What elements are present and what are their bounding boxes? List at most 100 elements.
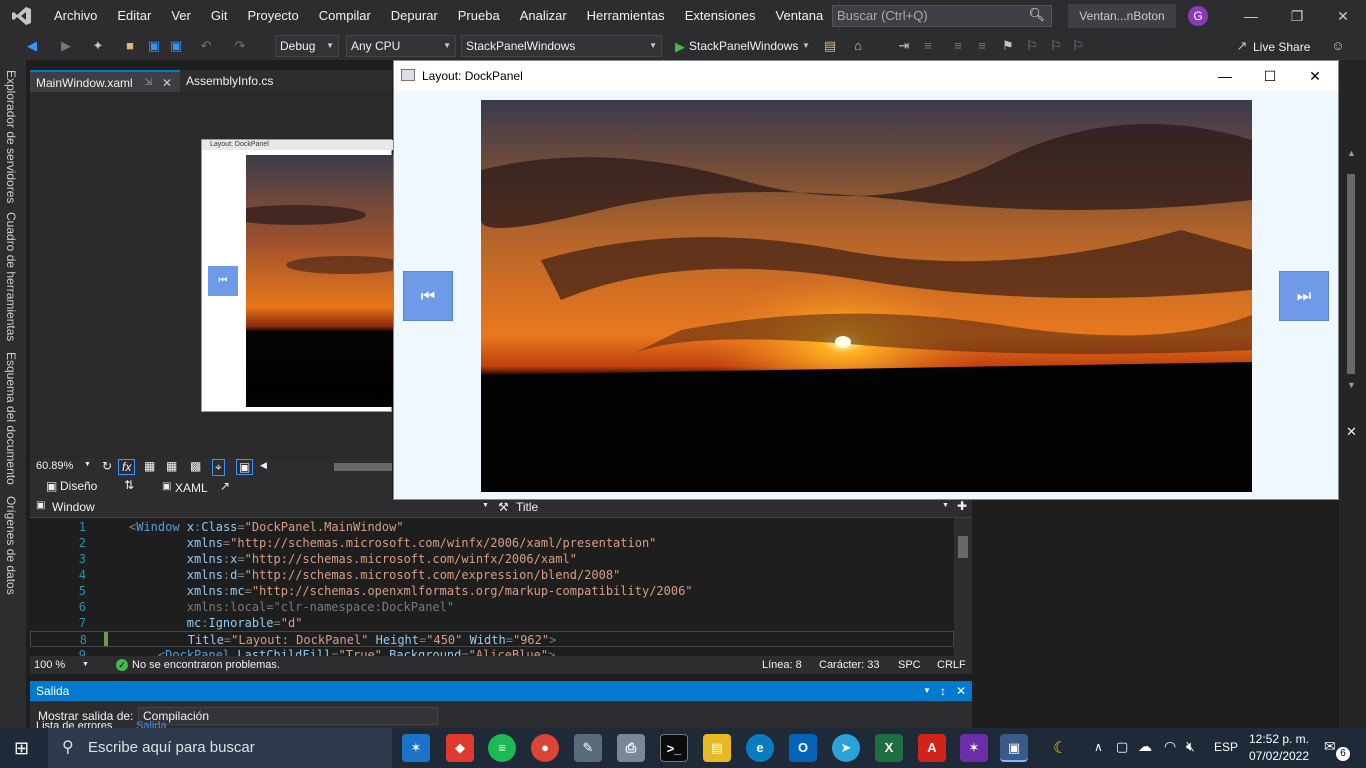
paint-icon[interactable]: ✎ [574, 734, 602, 762]
chevron-down-icon[interactable]: ▼ [84, 461, 91, 468]
close-icon[interactable]: ✕ [1346, 424, 1357, 440]
startup-project-combo[interactable]: StackPanelWindows ▼ [461, 35, 662, 57]
menu-item-extensiones[interactable]: Extensiones [675, 0, 766, 32]
run-dropdown-icon[interactable]: ▼ [798, 38, 814, 54]
scroll-up-icon[interactable]: ▲ [1347, 148, 1356, 158]
windows-start-icon[interactable]: ⊞ [14, 739, 29, 757]
run-label[interactable]: StackPanelWindows [689, 39, 798, 53]
menu-item-prueba[interactable]: Prueba [448, 0, 510, 32]
save-all-icon[interactable]: ▣ [168, 38, 184, 54]
file-explorer-icon[interactable]: ▤ [703, 734, 731, 762]
bookmark-icon[interactable]: ⚑ [1000, 38, 1016, 54]
right-scrollbar[interactable] [1347, 174, 1355, 374]
volume-muted-icon[interactable]: 🔇︎ [1186, 738, 1195, 755]
editor-zoom[interactable]: 100 % [34, 656, 65, 674]
visual-studio-logo-icon[interactable] [0, 0, 44, 32]
menu-item-analizar[interactable]: Analizar [510, 0, 577, 32]
close-icon[interactable]: ✕ [162, 72, 172, 94]
horizontal-scrollbar[interactable] [334, 463, 392, 471]
acrobat-icon[interactable]: A [918, 734, 946, 762]
background-icon[interactable]: ▩ [190, 459, 201, 473]
close-icon[interactable]: ✕ [956, 681, 966, 701]
language-indicator[interactable]: ESP [1214, 740, 1238, 754]
notification-icon[interactable]: ✉ [1324, 738, 1336, 755]
minimize-button[interactable]: — [1228, 0, 1274, 32]
previous-button[interactable]: ⏮ [403, 271, 453, 321]
feedback-icon[interactable]: ☺ [1330, 38, 1346, 54]
chevron-down-icon[interactable]: ▼ [482, 502, 489, 509]
split-icon[interactable]: ✚ [957, 499, 967, 513]
terminal-icon[interactable]: >_ [660, 734, 688, 762]
anydesk-icon[interactable]: ◆ [446, 734, 474, 762]
taskbar-search-input[interactable]: ⚲ Escribe aquí para buscar [48, 728, 392, 768]
zoom-level[interactable]: 60.89% [36, 460, 73, 472]
clock[interactable]: 12:52 p. m. 07/02/2022 [1242, 731, 1316, 765]
visual-studio-taskbar-icon[interactable]: ✶ [960, 734, 988, 762]
back-icon[interactable]: ◀ [24, 38, 40, 54]
problems-status[interactable]: No se encontraron problemas. [132, 656, 280, 674]
chevron-down-icon[interactable]: ▼ [942, 502, 949, 509]
wifi-icon[interactable]: ◠ [1164, 738, 1176, 755]
browse-icon[interactable]: ▤ [822, 38, 838, 54]
char-indicator[interactable]: Carácter: 33 [819, 656, 880, 674]
designer-preview-window[interactable]: Layout: DockPanel ⏮ [201, 139, 393, 412]
menu-item-git[interactable]: Git [201, 0, 238, 32]
live-share-label[interactable]: Live Share [1253, 40, 1310, 54]
scanner-icon[interactable]: ⎙ [617, 734, 645, 762]
scrollbar-thumb[interactable] [958, 536, 968, 558]
refresh-icon[interactable]: ↻ [102, 459, 112, 473]
save-icon[interactable]: ▣ [146, 38, 162, 54]
spacing-indicator[interactable]: SPC [898, 656, 921, 674]
element-combo[interactable]: Window [52, 500, 95, 514]
designer-sunset-image[interactable] [246, 155, 393, 407]
code-line[interactable]: 3 xmlns:x="http://schemas.microsoft.com/… [30, 551, 954, 567]
code-line[interactable]: 5 xmlns:mc="http://schemas.openxmlformat… [30, 583, 954, 599]
swap-panes-icon[interactable]: ⇅ [124, 478, 134, 492]
menu-item-depurar[interactable]: Depurar [381, 0, 448, 32]
app-minimize-button[interactable]: — [1202, 61, 1248, 91]
search-input[interactable]: Buscar (Ctrl+Q) 🔍︎ [832, 5, 1052, 27]
running-app-taskbar-icon[interactable]: ▣ [1000, 734, 1028, 762]
uncomment-icon[interactable]: ≡ [974, 38, 990, 54]
step-icon[interactable]: ⇥ [896, 38, 912, 54]
snap-grid-icon[interactable]: ▦ [166, 459, 177, 473]
tab-document-outline[interactable]: Esquema del documento [4, 352, 18, 485]
running-app-window[interactable]: Layout: DockPanel — ☐ ✕ ⏮ ⏭ [393, 60, 1339, 500]
tab-xaml[interactable]: XAML [175, 481, 208, 495]
menu-item-editar[interactable]: Editar [107, 0, 161, 32]
avatar[interactable]: G [1188, 6, 1208, 26]
vscode-icon[interactable]: ✶ [402, 734, 430, 762]
edge-icon[interactable]: e [746, 734, 774, 762]
menu-item-archivo[interactable]: Archivo [44, 0, 107, 32]
tab-mainwindow-xaml[interactable]: MainWindow.xaml ⇲ ✕ [30, 70, 180, 92]
pin-icon[interactable]: ↕ [940, 681, 946, 701]
telegram-icon[interactable]: ➤ [832, 734, 860, 762]
hot-reload-icon[interactable]: ⌂ [850, 38, 866, 54]
chevron-down-icon[interactable]: ▼ [82, 656, 89, 674]
fx-icon[interactable]: fx [118, 459, 136, 475]
scroll-left-icon[interactable]: ◀ [260, 460, 267, 471]
undo-icon[interactable]: ↶ [198, 38, 214, 54]
forward-icon[interactable]: ▶ [58, 38, 74, 54]
run-icon[interactable]: ▶ [672, 39, 688, 55]
tab-data-sources[interactable]: Orígenes de datos [4, 496, 18, 595]
redo-icon[interactable]: ↷ [232, 38, 248, 54]
live-share-icon[interactable]: ↗ [1234, 38, 1250, 54]
snap-lines-icon[interactable]: ⌖ [212, 459, 225, 476]
tab-server-explorer[interactable]: Explorador de servidores [4, 70, 18, 203]
property-combo[interactable]: Title [516, 500, 538, 514]
code-line[interactable]: 6 xmlns:local="clr-namespace:DockPanel" [30, 599, 954, 615]
app-close-button[interactable]: ✕ [1292, 61, 1338, 91]
meeting-icon[interactable]: ▢ [1116, 739, 1128, 755]
code-line[interactable]: 9 <DockPanel LastChildFill="True" Backgr… [30, 647, 954, 656]
code-line[interactable]: 7 mc:Ignorable="d" [30, 615, 954, 631]
tray-chevron-icon[interactable]: ∧ [1094, 740, 1103, 754]
menu-item-compilar[interactable]: Compilar [309, 0, 381, 32]
code-line[interactable]: 1 <Window x:Class="DockPanel.MainWindow" [30, 519, 954, 535]
vertical-scrollbar[interactable] [954, 518, 972, 656]
open-folder-icon[interactable]: ■ [122, 38, 138, 54]
next-bookmark-icon[interactable]: ⚐ [1048, 38, 1064, 54]
platform-combo[interactable]: Any CPU ▼ [346, 35, 456, 57]
menu-item-ver[interactable]: Ver [161, 0, 201, 32]
xaml-code-editor[interactable]: 1 <Window x:Class="DockPanel.MainWindow" 2… [30, 518, 972, 656]
